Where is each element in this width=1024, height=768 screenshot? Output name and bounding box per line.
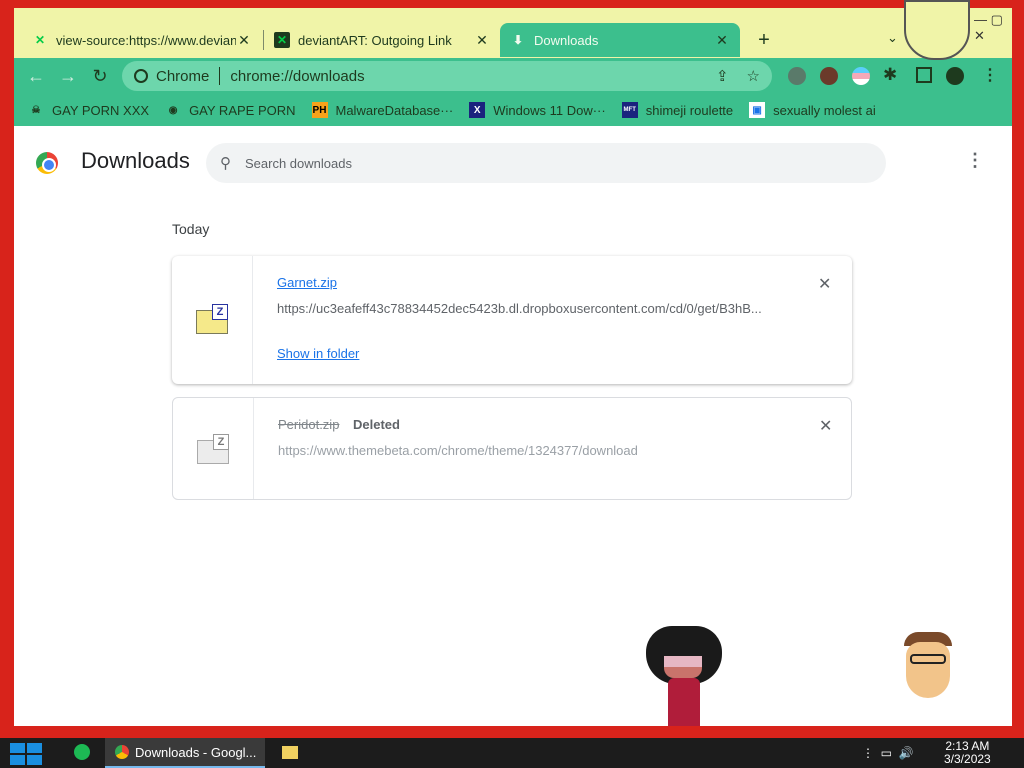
system-tray-icons[interactable]: ⋮ ▭ 🔊 bbox=[862, 746, 914, 760]
bookmark-item[interactable]: ☠ GAY PORN XXX bbox=[28, 102, 150, 118]
taskbar-clock[interactable]: 2:13 AM 3/3/2023 bbox=[944, 740, 991, 766]
menu-kebab-icon[interactable]: ⋮ bbox=[982, 65, 998, 85]
download-item: Z Garnet.zip https://uc3eafeff43c7883445… bbox=[172, 256, 852, 384]
taskbar: Downloads - Googl... ⋮ ▭ 🔊 2:13 AM 3/3/2… bbox=[0, 738, 1024, 768]
tab-strip: ✕ view-source:https://www.deviantart ✕ ✕… bbox=[14, 8, 1012, 58]
bookmark-item[interactable]: X Windows 11 Dow··· bbox=[469, 102, 606, 118]
globe-icon: ◉ bbox=[168, 104, 178, 116]
page-menu-kebab-icon[interactable]: ⋮ bbox=[966, 150, 984, 171]
browser-window: ✕ view-source:https://www.deviantart ✕ ✕… bbox=[14, 8, 1012, 726]
bookmark-item[interactable]: PH MalwareDatabase··· bbox=[311, 102, 453, 118]
desktop-pet-sticker bbox=[904, 0, 970, 60]
mft-icon: MFT bbox=[621, 102, 638, 118]
window-controls[interactable]: — ▢ ✕ bbox=[974, 12, 1012, 44]
garnet-character-sticker bbox=[646, 626, 722, 726]
spotify-icon[interactable] bbox=[74, 744, 90, 760]
bookmark-item[interactable]: MFT shimeji roulette bbox=[621, 102, 733, 118]
file-explorer-icon[interactable] bbox=[282, 746, 298, 759]
omnibox-divider bbox=[219, 67, 221, 85]
x-logo-icon: X bbox=[469, 102, 486, 118]
download-icon: ⬇ bbox=[512, 33, 524, 47]
bookmark-item[interactable]: ◉ GAY RAPE PORN bbox=[165, 102, 296, 118]
date-section-heading: Today bbox=[172, 221, 210, 237]
deviantart-icon: ✕ bbox=[274, 32, 290, 48]
profile-avatar-icon[interactable] bbox=[946, 67, 964, 85]
url-text[interactable]: chrome://downloads bbox=[230, 68, 698, 85]
new-tab-button[interactable]: + bbox=[752, 28, 776, 52]
windows-start-icon[interactable] bbox=[10, 743, 42, 765]
ph-icon: PH bbox=[311, 102, 328, 118]
side-panel-icon[interactable] bbox=[916, 67, 932, 83]
toolbar: ← → ↻ Chrome chrome://downloads ⇪ ☆ ✱ ⋮ bbox=[14, 58, 1012, 94]
tab-downloads[interactable]: ⬇ Downloads ✕ bbox=[500, 23, 740, 57]
page-title: Downloads bbox=[81, 148, 190, 173]
address-bar[interactable]: Chrome chrome://downloads ⇪ ☆ bbox=[122, 61, 772, 91]
file-icon-column: Z bbox=[172, 256, 253, 384]
tab-close-icon[interactable]: ✕ bbox=[474, 32, 490, 49]
downloads-page: Downloads ⚲ ⋮ Today Z Garnet.zip https:/… bbox=[14, 126, 1012, 726]
share-icon[interactable]: ⇪ bbox=[716, 67, 729, 85]
avatar-extension-icon[interactable] bbox=[820, 67, 838, 85]
flag-extension-icon[interactable] bbox=[852, 67, 870, 85]
zip-file-icon: Z bbox=[196, 304, 228, 334]
search-box[interactable]: ⚲ bbox=[206, 143, 886, 183]
download-status: Deleted bbox=[353, 417, 400, 432]
chrome-logo-icon bbox=[36, 152, 58, 174]
reload-button[interactable]: ↻ bbox=[86, 62, 114, 90]
download-filename: Peridot.zip bbox=[278, 417, 340, 432]
back-button[interactable]: ← bbox=[22, 62, 50, 90]
deviantart-icon: ✕ bbox=[34, 33, 46, 47]
bookmarks-bar: ☠ GAY PORN XXX ◉ GAY RAPE PORN PH Malwar… bbox=[14, 94, 1012, 126]
app-icon: ▣ bbox=[749, 102, 766, 118]
tab-search-chevron-icon[interactable]: ⌄ bbox=[887, 30, 898, 46]
download-source-url[interactable]: https://uc3eafeff43c78834452dec5423b.dl.… bbox=[277, 301, 777, 316]
ublock-extension-icon[interactable] bbox=[788, 67, 806, 85]
taskbar-chrome-button[interactable]: Downloads - Googl... bbox=[105, 738, 265, 768]
tab-view-source[interactable]: ✕ view-source:https://www.deviantart ✕ bbox=[22, 23, 262, 57]
forward-button[interactable]: → bbox=[54, 62, 82, 90]
download-item: Z Peridot.zip Deleted https://www.themeb… bbox=[172, 397, 852, 500]
bookmark-item[interactable]: ▣ sexually molest ai bbox=[749, 102, 876, 118]
show-in-folder-link[interactable]: Show in folder bbox=[277, 346, 359, 361]
file-icon-column: Z bbox=[173, 398, 254, 499]
search-input[interactable] bbox=[245, 155, 805, 171]
download-filename-link[interactable]: Garnet.zip bbox=[277, 275, 337, 290]
remove-download-close-icon[interactable]: ✕ bbox=[818, 274, 831, 294]
tab-deviantart-outgoing[interactable]: ✕ deviantART: Outgoing Link ✕ bbox=[264, 23, 500, 57]
hank-character-sticker bbox=[900, 632, 956, 726]
tab-close-icon[interactable]: ✕ bbox=[236, 32, 252, 49]
tab-close-icon[interactable]: ✕ bbox=[714, 32, 730, 49]
chrome-icon bbox=[134, 69, 148, 83]
remove-download-close-icon[interactable]: ✕ bbox=[819, 416, 832, 436]
skull-icon: ☠ bbox=[31, 104, 41, 116]
search-icon: ⚲ bbox=[220, 155, 231, 172]
extensions-puzzle-icon[interactable]: ✱ bbox=[883, 65, 897, 85]
download-source-url[interactable]: https://www.themebeta.com/chrome/theme/1… bbox=[278, 443, 778, 458]
zip-file-icon: Z bbox=[197, 434, 229, 464]
chrome-icon bbox=[115, 745, 129, 759]
bookmark-star-icon[interactable]: ☆ bbox=[747, 67, 760, 85]
